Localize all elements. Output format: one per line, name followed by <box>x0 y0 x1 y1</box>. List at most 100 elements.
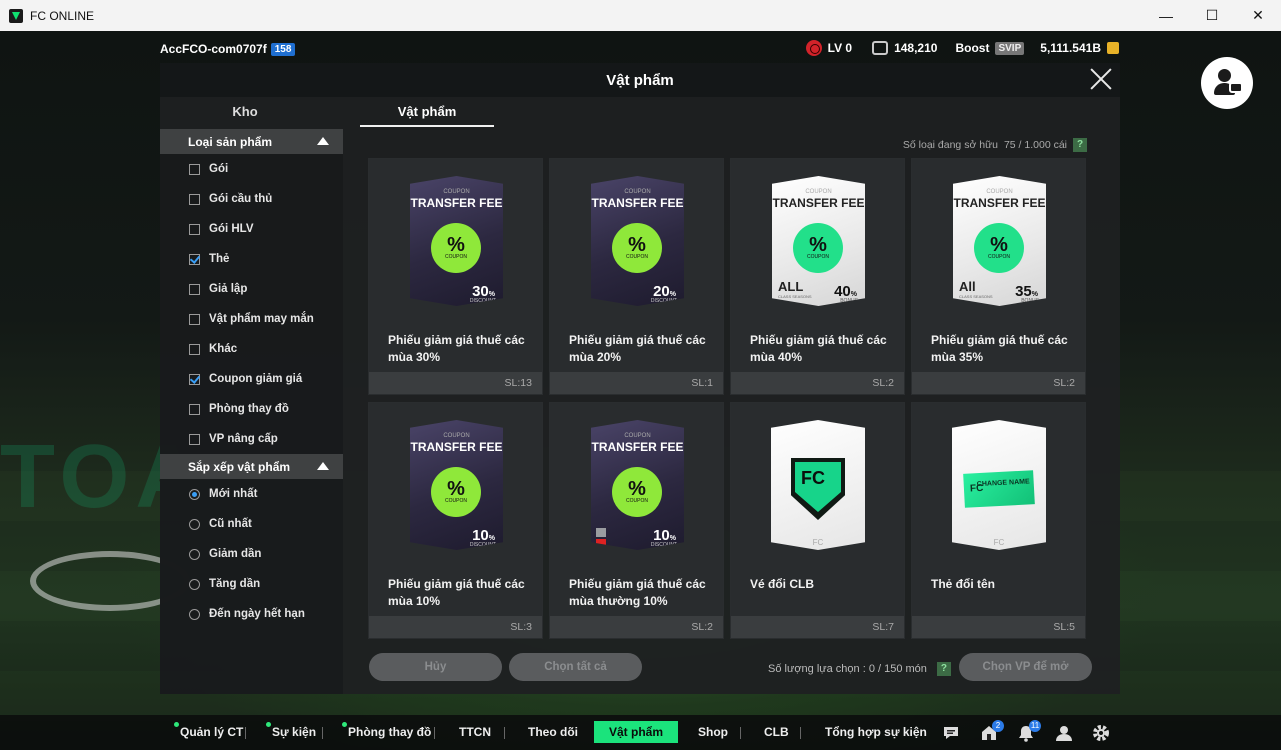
nav-phong-thay-do[interactable]: Phòng thay đồ <box>341 715 431 750</box>
sort-option[interactable]: Cũ nhất <box>160 509 343 539</box>
checkbox-icon[interactable] <box>189 433 200 445</box>
home-icon[interactable]: 2 <box>980 720 1004 742</box>
filter-option[interactable]: Phòng thay đồ <box>160 394 343 424</box>
account-level-badge: 158 <box>270 42 296 56</box>
item-name: Thẻ đổi tên <box>931 577 995 591</box>
item-name: Phiếu giảm giá thuế các mùa 10% <box>388 577 525 608</box>
checkbox-icon[interactable] <box>189 163 200 175</box>
filter-option[interactable]: Giả lập <box>160 274 343 304</box>
discount-seal-icon: % COUPON <box>796 226 840 270</box>
coupon-label: COUPON <box>443 189 470 195</box>
select-all-button[interactable]: Chọn tất cả <box>509 653 642 681</box>
help-icon[interactable]: ? <box>1073 138 1087 152</box>
checkbox-icon[interactable] <box>189 223 200 235</box>
filter-option[interactable]: Gói cầu thủ <box>160 184 343 214</box>
item-name: Phiếu giảm giá thuế các mùa 35% <box>931 333 1068 364</box>
minimize-button[interactable]: — <box>1143 0 1189 31</box>
item-card[interactable]: FC FC Vé đổi CLB SL:7 <box>730 402 905 639</box>
sort-option[interactable]: Tăng dần <box>160 569 343 599</box>
radio-icon[interactable] <box>189 488 200 500</box>
product-type-header[interactable]: Loại sản phẩm <box>160 129 343 154</box>
radio-icon[interactable] <box>189 608 200 620</box>
nav-tong-hop-su-kien[interactable]: Tổng hợp sự kiện <box>825 715 927 750</box>
item-card[interactable]: COUPON TRANSFER FEE % COUPON 30% DISCOUN… <box>368 158 543 395</box>
seal-caption: COUPON <box>626 498 648 504</box>
window-titlebar: FC ONLINE — ☐ ✕ <box>0 0 1281 31</box>
filter-option[interactable]: Coupon giảm giá <box>160 364 343 394</box>
item-card[interactable]: COUPON TRANSFER FEE % COUPON 10% DISCOUN… <box>549 402 724 639</box>
item-card[interactable]: FC CHANGE NAME FC Thẻ đổi tên SL:5 <box>911 402 1086 639</box>
item-card[interactable]: COUPON TRANSFER FEE % COUPON 20% DISCOUN… <box>549 158 724 395</box>
no-sign-icon <box>596 539 606 548</box>
item-card[interactable]: COUPON TRANSFER FEE % COUPON 10% DISCOUN… <box>368 402 543 639</box>
tab-kho[interactable]: Kho <box>160 97 330 127</box>
item-name: Vé đổi CLB <box>750 577 815 591</box>
close-icon[interactable] <box>1089 67 1113 91</box>
coupon-card-image: COUPON TRANSFER FEE % COUPON 10% DISCOUN… <box>591 420 684 550</box>
cancel-button[interactable]: Hủy <box>369 653 502 681</box>
maximize-button[interactable]: ☐ <box>1189 0 1235 31</box>
help-icon[interactable]: ? <box>936 662 951 676</box>
sort-option[interactable]: Giảm dần <box>160 539 343 569</box>
checkbox-icon[interactable] <box>189 193 200 205</box>
radio-icon[interactable] <box>189 518 200 530</box>
sort-label: Sắp xếp vật phẩm <box>188 459 291 474</box>
filter-option-label: Thẻ <box>209 253 230 265</box>
nav-su-kien[interactable]: Sự kiện <box>265 715 316 750</box>
coupon-title: TRANSFER FEE <box>410 196 503 210</box>
item-quantity: SL:7 <box>731 616 904 638</box>
checkbox-icon[interactable] <box>189 283 200 295</box>
checkbox-icon[interactable] <box>189 403 200 415</box>
discount-seal-icon: % COUPON <box>615 226 659 270</box>
coupon-card-image: COUPON TRANSFER FEE % COUPON ALL CLASS SE… <box>772 176 865 306</box>
item-card[interactable]: COUPON TRANSFER FEE % COUPON ALL CLASS SE… <box>730 158 905 395</box>
percent-sign: % <box>488 291 495 298</box>
filter-option-label: Coupon giảm giá <box>209 373 303 385</box>
nav-shop[interactable]: Shop <box>698 715 728 750</box>
nav-clb[interactable]: CLB <box>764 715 789 750</box>
selection-count-text: Số lượng lựa chọn : 0 / 150 món <box>768 663 927 675</box>
item-name: Phiếu giảm giá thuế các mùa 40% <box>750 333 887 364</box>
discount-seal-icon: % COUPON <box>615 470 659 514</box>
bottom-nav: Quản lý CT Sự kiện Phòng thay đồ TTCN Th… <box>0 715 1281 750</box>
filter-option[interactable]: Thẻ <box>160 244 343 274</box>
radio-icon[interactable] <box>189 548 200 560</box>
nav-quan-ly-ct[interactable]: Quản lý CT <box>173 715 243 750</box>
user-icon[interactable] <box>1055 724 1073 742</box>
filter-option[interactable]: Gói HLV <box>160 214 343 244</box>
filter-option[interactable]: Khác <box>160 334 343 364</box>
item-card[interactable]: COUPON TRANSFER FEE % COUPON All CLASS SE… <box>911 158 1086 395</box>
bell-icon[interactable]: 11 <box>1017 720 1041 742</box>
radio-icon[interactable] <box>189 578 200 590</box>
all-seasons-label: All <box>959 279 976 294</box>
nav-ttcn[interactable]: TTCN <box>459 715 491 750</box>
chat-icon[interactable] <box>942 724 960 742</box>
percent-sign: % <box>1031 291 1038 298</box>
nav-theo-doi[interactable]: Theo dõi <box>528 715 578 750</box>
settings-gear-icon[interactable] <box>1092 724 1110 742</box>
emblem-text: FC <box>801 468 825 488</box>
filter-option[interactable]: VP nâng cấp <box>160 424 343 454</box>
nav-divider <box>322 727 323 739</box>
checkbox-icon[interactable] <box>189 313 200 325</box>
nav-vat-pham[interactable]: Vật phẩm <box>594 721 679 743</box>
sort-option[interactable]: Mới nhất <box>160 479 343 509</box>
owned-value: 75 / 1.000 cái <box>1003 139 1067 151</box>
all-seasons-caption: CLASS SEASONS <box>959 294 993 299</box>
checkbox-icon[interactable] <box>189 343 200 355</box>
filter-option[interactable]: Gói <box>160 154 343 184</box>
sort-option[interactable]: Đến ngày hết hạn <box>160 599 343 629</box>
chat-bubble-icon <box>1229 82 1243 93</box>
close-window-button[interactable]: ✕ <box>1235 0 1281 31</box>
bp-icon <box>872 41 889 55</box>
sort-option-label: Giảm dần <box>209 548 262 560</box>
checkbox-icon[interactable] <box>189 373 200 385</box>
tab-vat-pham[interactable]: Vật phẩm <box>360 97 494 127</box>
profile-chat-button[interactable] <box>1201 57 1253 109</box>
sort-header[interactable]: Sắp xếp vật phẩm <box>160 454 343 479</box>
coupon-percent-caption: DISCOUNT <box>469 298 496 304</box>
coupon-title: TRANSFER FEE <box>591 196 684 210</box>
checkbox-icon[interactable] <box>189 253 200 265</box>
filter-option[interactable]: Vật phẩm may mắn <box>160 304 343 334</box>
open-selected-button[interactable]: Chọn VP để mở <box>959 653 1092 681</box>
